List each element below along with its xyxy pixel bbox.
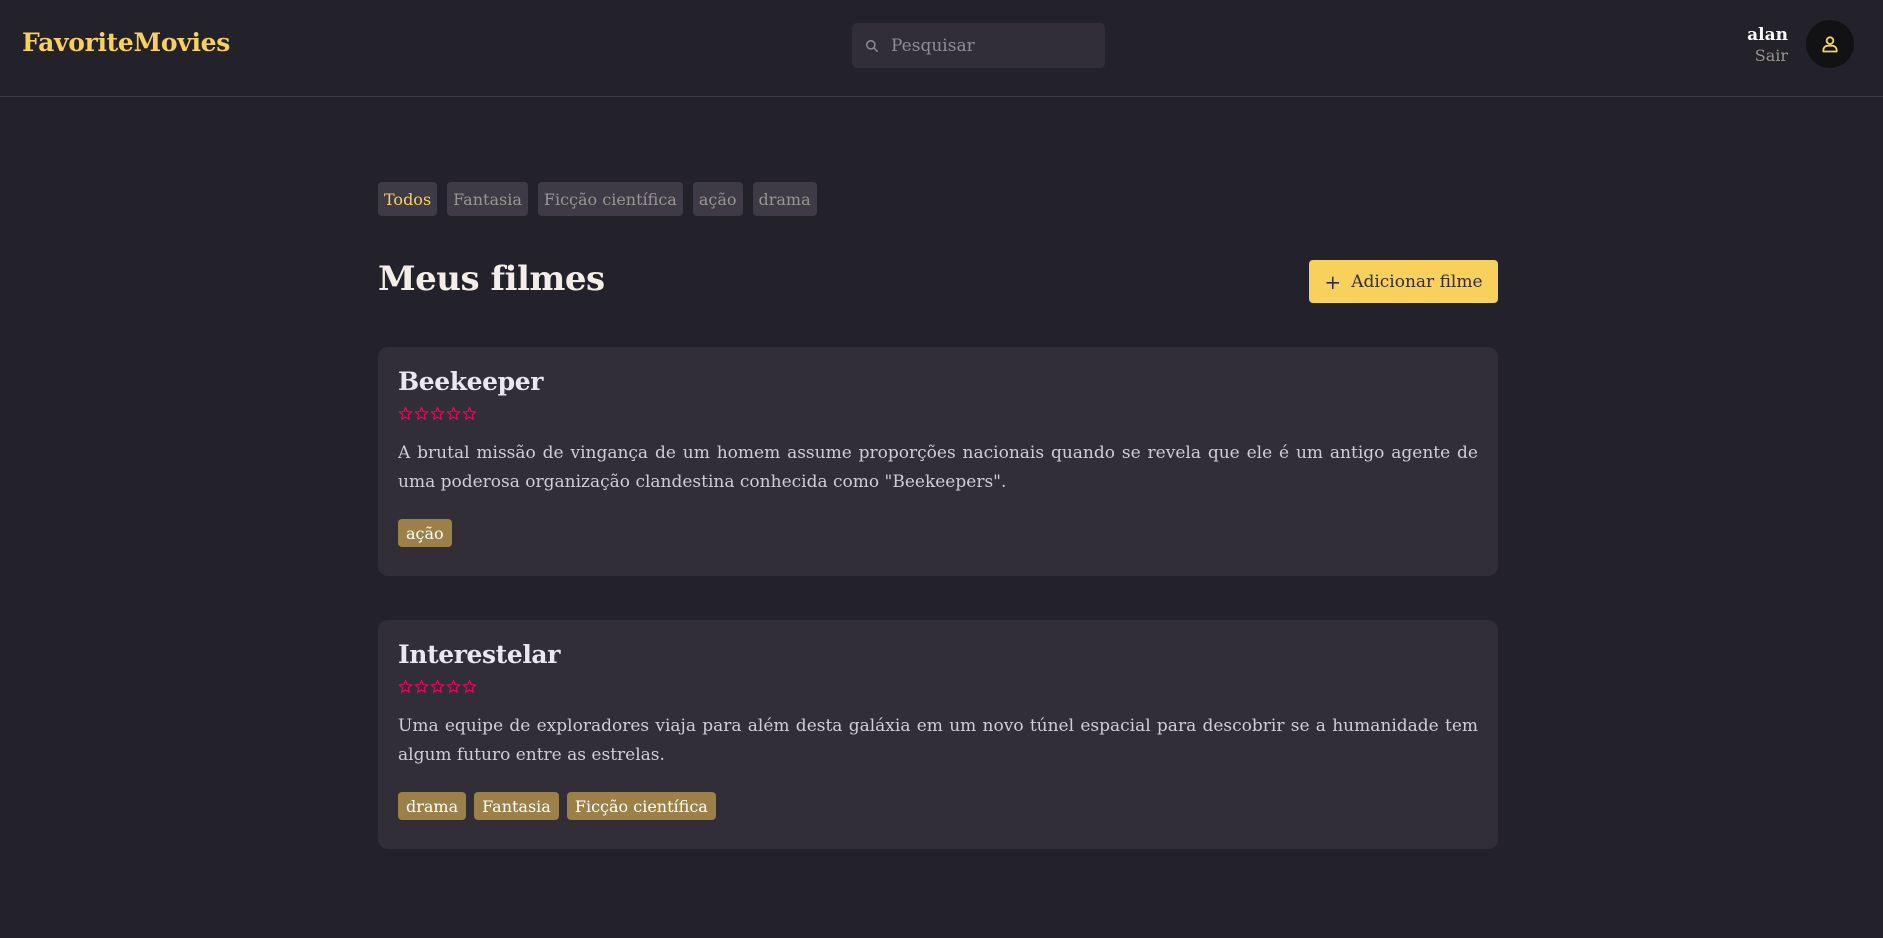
movie-tags: ação	[398, 519, 1478, 547]
movie-card[interactable]: Beekeeper A brutal missão de vingança de…	[378, 347, 1498, 576]
movie-tags: drama Fantasia Ficção científica	[398, 792, 1478, 820]
movie-description: Uma equipe de exploradores viaja para al…	[398, 716, 1478, 765]
filter-fantasia[interactable]: Fantasia	[447, 182, 528, 216]
filter-acao[interactable]: ação	[692, 182, 743, 216]
star-empty-icon	[430, 680, 445, 693]
genre-filters: Todos Fantasia Ficção científica ação dr…	[378, 182, 817, 216]
plus-icon: +	[1324, 269, 1342, 294]
filter-todos[interactable]: Todos	[378, 182, 438, 216]
user-name: alan	[1747, 25, 1788, 45]
star-empty-icon	[446, 407, 461, 420]
star-empty-icon	[398, 680, 413, 693]
add-movie-button[interactable]: + Adicionar filme	[1309, 260, 1498, 303]
search-input[interactable]	[891, 35, 1091, 56]
star-empty-icon	[462, 680, 477, 693]
user-profile: alan Sair	[1747, 24, 1788, 66]
add-movie-label: Adicionar filme	[1351, 271, 1483, 292]
star-empty-icon	[446, 680, 461, 693]
page-title: Meus filmes	[378, 259, 605, 299]
rating-stars	[398, 406, 1478, 421]
star-empty-icon	[414, 680, 429, 693]
tag-badge: Ficção científica	[566, 792, 716, 820]
star-empty-icon	[430, 407, 445, 420]
filter-drama[interactable]: drama	[752, 182, 817, 216]
search-box[interactable]	[852, 23, 1105, 68]
top-bar: FavoriteMovies alan Sair	[0, 0, 1883, 97]
user-icon	[1820, 34, 1840, 54]
star-empty-icon	[398, 407, 413, 420]
movie-card[interactable]: Interestelar Uma equipe de exploradores …	[378, 620, 1498, 849]
movie-title: Interestelar	[398, 640, 560, 669]
avatar[interactable]	[1806, 20, 1854, 68]
logout-link[interactable]: Sair	[1747, 46, 1788, 66]
search-icon	[865, 39, 879, 53]
tag-badge: ação	[398, 519, 452, 547]
rating-stars	[398, 679, 1478, 694]
star-empty-icon	[462, 407, 477, 420]
tag-badge: Fantasia	[474, 792, 559, 820]
movie-title: Beekeeper	[398, 367, 544, 396]
brand-logo[interactable]: FavoriteMovies	[22, 28, 230, 57]
filter-ficcao-cientifica[interactable]: Ficção científica	[537, 182, 683, 216]
tag-badge: drama	[398, 792, 467, 820]
movie-description: A brutal missão de vingança de um homem …	[398, 443, 1478, 492]
star-empty-icon	[414, 407, 429, 420]
